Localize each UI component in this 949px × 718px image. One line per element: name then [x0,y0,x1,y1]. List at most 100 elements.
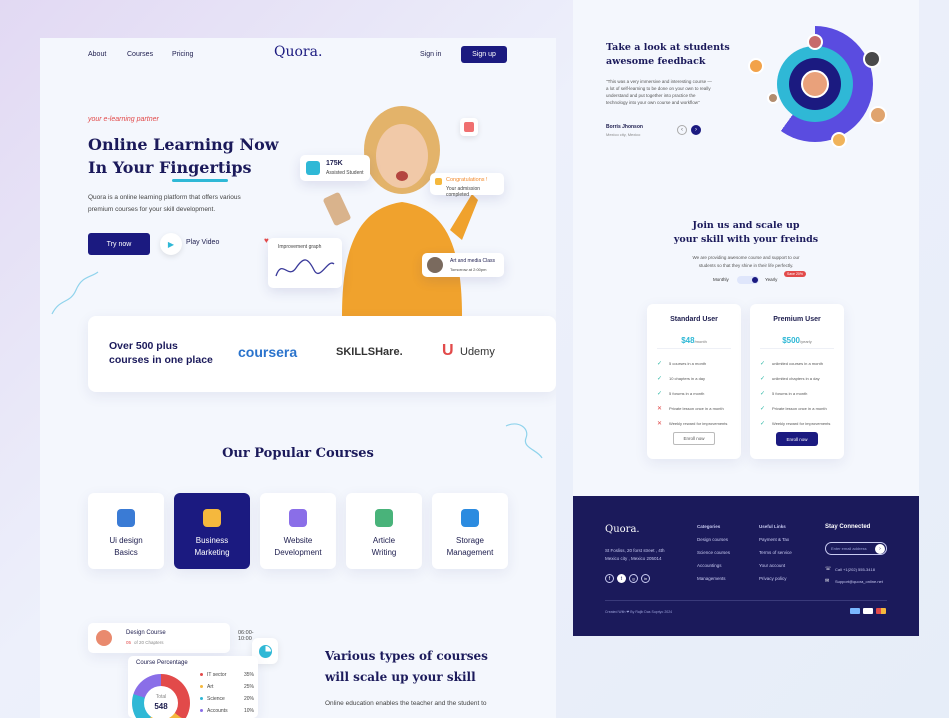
next-arrow-icon[interactable]: › [691,125,701,135]
facebook-icon[interactable]: f [605,574,614,583]
billing-yearly-label[interactable]: Yearly [765,277,777,282]
check-icon: ✓ [760,406,766,412]
check-icon: ✓ [760,421,766,427]
premium-features: ✓ unlimited courses in a month ✓ unlimited … [750,360,844,435]
nav-pricing[interactable]: Pricing [172,51,193,58]
legend-dot [200,685,203,688]
class-card: Art and media Class Tomorrow at 2:00pm [422,253,504,277]
plan-feature: ✓ Private lesson once in a month [760,406,827,412]
avatar [767,92,779,104]
footer-address-1: St Fosliss, 20 forst street , 4th [605,548,665,553]
check-icon: ✓ [760,376,766,382]
nav-signin[interactable]: Sign in [420,51,441,58]
legend-dot [200,673,203,676]
footer-link[interactable]: Managements [697,576,730,581]
students-count: 175K [326,160,343,167]
pct-row: Science 20% [200,696,254,702]
categories-title: Categories [697,524,721,529]
plan-feature: ✕ Private lesson once in a month [657,406,724,412]
partners-headline-1: Over 500 plus [109,340,178,352]
partners-card: Over 500 plus courses in one place cours… [88,316,556,392]
feedback-title-2: awesome feedback [606,56,706,67]
avatar [869,106,887,124]
design-course-progress-suffix: of 20 Chapters [134,640,164,645]
play-video-label[interactable]: Play Video [186,239,219,246]
footer-link[interactable]: Privacy policy [759,576,792,581]
play-icon[interactable]: ▶ [160,233,182,255]
plan-name: Premium User [773,316,821,323]
logo[interactable]: Quora. [274,44,322,60]
footer-link[interactable]: Payment & Tax [759,537,792,542]
hero-title-2: In Your Fingertips [88,158,252,177]
save-badge: Save 20% [784,271,806,277]
try-now-button[interactable]: Try now [88,233,150,255]
class-time: Tomorrow at 2:00pm [450,267,487,272]
graph-label: Improvement graph [278,244,322,250]
course-donut: Total 548 [132,674,190,718]
premium-enroll-button[interactable]: Enroll now [776,432,818,446]
newsletter-input[interactable]: Enter email address › [825,542,887,555]
nav-about[interactable]: About [88,51,106,58]
pricing-title-2: your skill with your freinds [673,234,819,245]
billing-monthly-label[interactable]: Monthly [713,277,729,282]
pricing-desc-2: students so that they shine in their lif… [698,263,794,268]
students-icon [306,161,320,175]
twitter-icon[interactable]: t [617,574,626,583]
footer-links: Useful Links Payment & Tax Terms of servi… [759,524,792,589]
course-label: Ui design [109,536,143,545]
card-icon [863,608,873,614]
footer-logo[interactable]: Quora. [605,524,640,535]
footer-phone: Call +1(202) 555-3418 [835,567,875,572]
footer-link[interactable]: Science courses [697,550,730,555]
avatar [427,257,443,273]
avatar [863,50,881,68]
course-percentage-card: Course Percentage Total 548 IT sector 35%… [128,656,258,718]
prev-arrow-icon[interactable]: ‹ [677,125,687,135]
students-label: Assisted Student [326,170,364,176]
feedback-quote: "This was a very immersive and interesti… [606,79,712,105]
signup-button[interactable]: Sign up [461,46,507,63]
design-course-title: Design Course [126,630,166,636]
gift-icon [435,178,442,185]
course-card[interactable]: Business Marketing [174,493,250,569]
course-card[interactable]: Website Development [260,493,336,569]
plan-feature: ✓ unlimited courses in a month [760,361,823,367]
title-underline [172,179,228,182]
nav-courses[interactable]: Courses [127,51,153,58]
course-card[interactable]: Ui design Basics [88,493,164,569]
newsletter-placeholder: Enter email address [831,546,867,551]
linkedin-icon[interactable]: in [641,574,650,583]
social-icons: f t g in [605,574,650,583]
footer-link[interactable]: Design courses [697,537,730,542]
various-title-1: Various types of courses [325,649,488,663]
google-plus-icon[interactable]: g [629,574,638,583]
class-title: Art and media Class [450,258,496,264]
pct-row: Art 25% [200,684,254,690]
check-icon: ✓ [760,361,766,367]
plan-price: $48 [681,336,695,345]
course-card[interactable]: Storage Management [432,493,508,569]
course-label: Website [283,536,313,545]
footer-link[interactable]: Your account [759,563,792,568]
course-card[interactable]: Article Writing [346,493,422,569]
check-icon: ✓ [657,391,663,397]
feedback-location: Mexico city, Mexico [606,132,641,137]
standard-features: ✓ 5 courses in a month ✓ 10 chapters in a d… [647,360,741,435]
footer-link[interactable]: Accountings [697,563,730,568]
course-icon [203,509,221,527]
notes-icon [460,118,478,136]
hero-title-1: Online Learning Now [88,135,279,154]
standard-enroll-button[interactable]: Enroll now [673,432,715,445]
course-label: Business [195,536,229,545]
send-arrow-icon[interactable]: › [875,544,885,554]
billing-toggle[interactable] [737,276,759,284]
hero-desc-2: premium courses for your skill developme… [88,206,216,213]
check-icon: ✓ [657,376,663,382]
course-pct-title: Course Percentage [136,660,188,666]
congrats-title: Congratulations ! [446,177,488,183]
footer-link[interactable]: Terms of service [759,550,792,555]
landing-page-panel: About Courses Pricing Quora. Sign in Sig… [40,38,556,718]
congrats-card: Congratulations ! Your admission complet… [430,173,504,198]
legend-dot [200,709,203,712]
course-label: Article [372,536,396,545]
